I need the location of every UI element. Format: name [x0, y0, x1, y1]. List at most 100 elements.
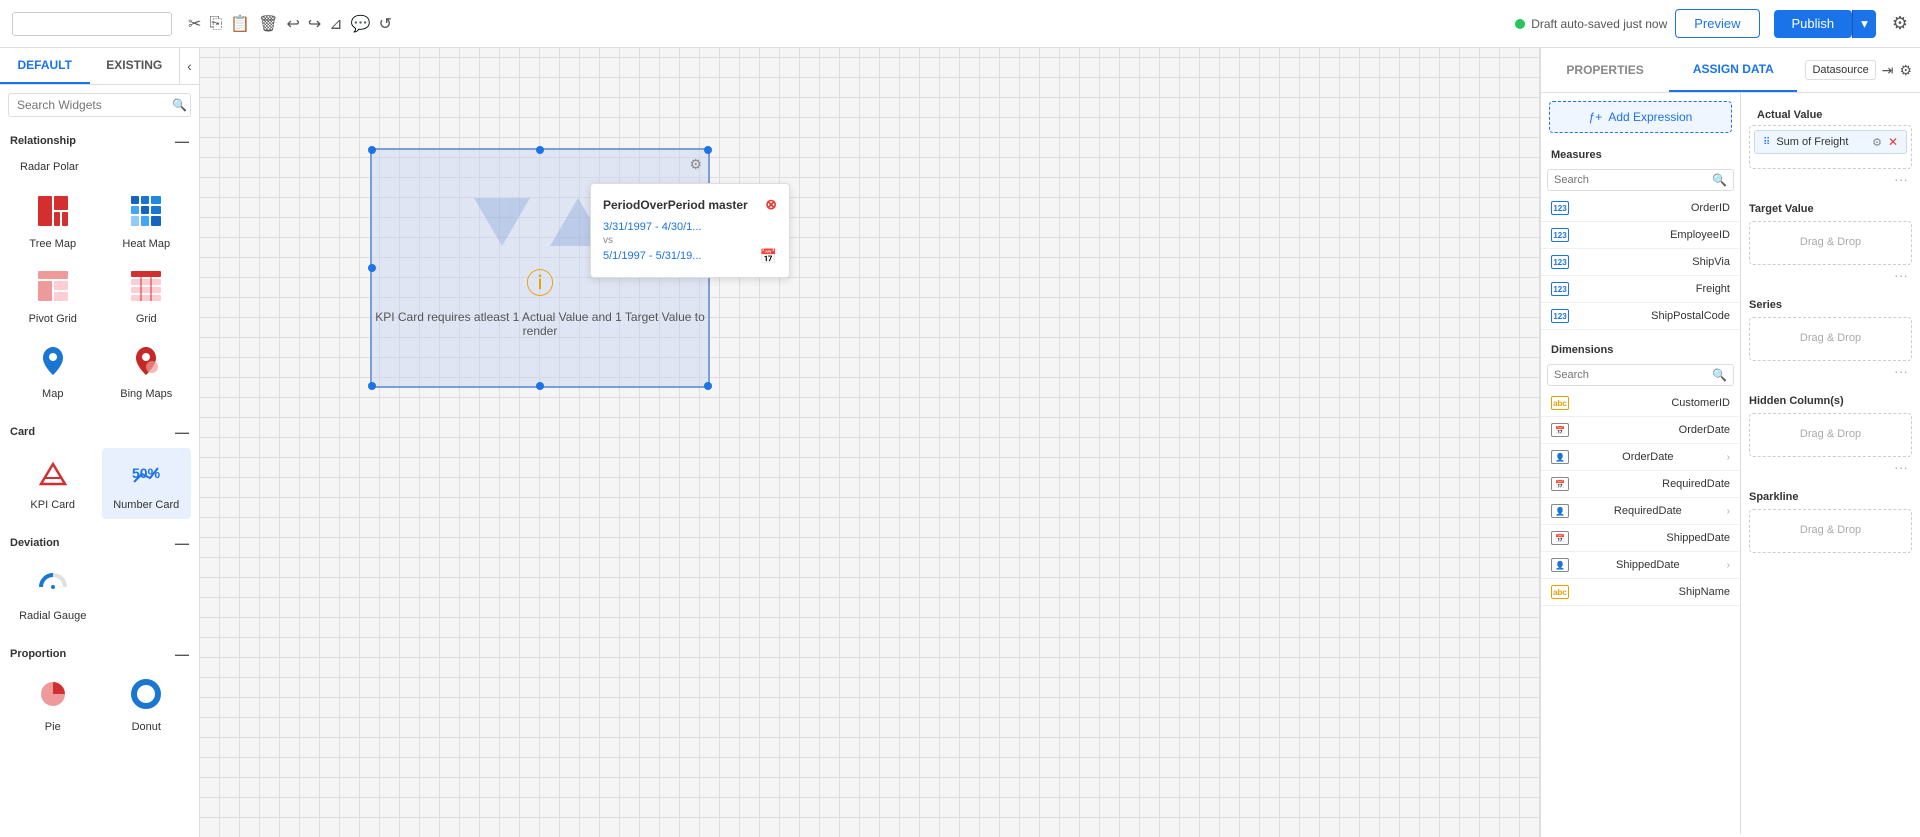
resize-handle-br[interactable] [704, 382, 712, 390]
resize-handle-tr[interactable] [704, 146, 712, 154]
collapse-relationship-icon[interactable]: — [175, 133, 189, 149]
series-more-dots[interactable]: ··· [1749, 361, 1912, 381]
dashboard-title-input[interactable]: KPI Card Slave for POP [12, 12, 172, 36]
widget-tree-map[interactable]: Tree Map [8, 187, 98, 258]
collapse-card-icon[interactable]: — [175, 424, 189, 440]
section-card: Card — [0, 416, 199, 444]
dimensions-search-input[interactable] [1554, 369, 1712, 381]
collapse-deviation-icon[interactable]: — [175, 535, 189, 551]
field-required-date-cal[interactable]: 📅 RequiredDate [1541, 471, 1740, 498]
cut-icon[interactable]: ✂ [188, 14, 201, 34]
field-ship-via[interactable]: 123 ShipVia [1541, 249, 1740, 276]
tree-map-label: Tree Map [29, 238, 76, 250]
tab-assign-data[interactable]: ASSIGN DATA [1669, 48, 1797, 92]
assign-right-panel: Actual Value ⠿ Sum of Freight ⚙ ✕ ··· [1741, 93, 1920, 834]
target-value-section: Target Value Drag & Drop ··· [1749, 201, 1912, 285]
widget-pie[interactable]: Pie [8, 670, 98, 741]
widget-kpi-card[interactable]: KPI Card [8, 448, 98, 519]
actual-value-section: ⠿ Sum of Freight ⚙ ✕ ··· [1749, 125, 1912, 189]
widget-donut[interactable]: Donut [102, 670, 192, 741]
hidden-columns-more-dots[interactable]: ··· [1749, 457, 1912, 477]
field-ship-postal-code[interactable]: 123 ShipPostalCode [1541, 303, 1740, 330]
actual-value-more-dots[interactable]: ··· [1749, 169, 1912, 189]
field-ship-name[interactable]: abc ShipName [1541, 579, 1740, 606]
refresh-icon[interactable]: ↺ [379, 14, 392, 34]
add-expression-button[interactable]: ƒ+ Add Expression [1549, 101, 1732, 133]
pivot-grid-label: Pivot Grid [29, 313, 77, 325]
resize-handle-bl[interactable] [368, 382, 376, 390]
toolbar-icons: ✂ ⎘ 📋 🗑 ↩ ↪ ⊿ 💬 ↺ [188, 14, 392, 34]
resize-handle-tc[interactable] [536, 146, 544, 154]
tab-existing[interactable]: EXISTING [90, 48, 180, 84]
target-value-more-dots[interactable]: ··· [1749, 265, 1912, 285]
title-input-wrapper[interactable]: KPI Card Slave for POP [12, 12, 172, 36]
field-shipped-date-hier[interactable]: 👤 ShippedDate › [1541, 552, 1740, 579]
undo-icon[interactable]: ↩ [286, 14, 299, 34]
preview-button[interactable]: Preview [1675, 9, 1759, 38]
widget-radial-gauge[interactable]: Radial Gauge [8, 559, 98, 630]
field-employee-id[interactable]: 123 EmployeeID [1541, 222, 1740, 249]
widget-number-card[interactable]: 50% Number Card [102, 448, 192, 519]
datasource-selector[interactable]: Datasource [1805, 60, 1875, 80]
right-panel-expand-icon[interactable]: ⇥ [1882, 62, 1894, 79]
filter-icon[interactable]: ⊿ [329, 14, 342, 34]
measures-section-label: Measures [1541, 141, 1740, 165]
resize-handle-tl[interactable] [368, 146, 376, 154]
section-card-label: Card [10, 426, 35, 438]
section-proportion-label: Proportion [10, 648, 66, 660]
field-shipped-date-cal[interactable]: 📅 ShippedDate [1541, 525, 1740, 552]
chip-close-icon[interactable]: ✕ [1888, 135, 1898, 149]
field-label-ship-via: ShipVia [1692, 256, 1730, 268]
redo-icon[interactable]: ↪ [308, 14, 321, 34]
field-required-date-hier[interactable]: 👤 RequiredDate › [1541, 498, 1740, 525]
right-panel-settings-icon[interactable]: ⚙ [1899, 62, 1912, 79]
widget-heat-map[interactable]: Heat Map [102, 187, 192, 258]
widget-grid[interactable]: Grid [102, 262, 192, 333]
copy-icon[interactable]: ⎘ [209, 15, 222, 33]
period-popup-title-text: PeriodOverPeriod master [603, 198, 748, 212]
calendar-icon[interactable]: 📅 [760, 248, 777, 265]
settings-icon[interactable]: ⚙ [1892, 13, 1908, 34]
radar-polar-item[interactable]: Radar Polar [0, 153, 199, 183]
series-dropzone[interactable]: Drag & Drop [1749, 317, 1912, 361]
publish-dropdown-button[interactable]: ▾ [1852, 10, 1876, 38]
target-value-label: Target Value [1749, 201, 1912, 217]
search-icon: 🔍 [172, 98, 187, 112]
add-expression-icon: ƒ+ [1589, 110, 1603, 124]
dimensions-section-label: Dimensions [1541, 336, 1740, 360]
field-freight[interactable]: 123 Freight [1541, 276, 1740, 303]
tab-default[interactable]: DEFAULT [0, 48, 90, 84]
measures-search-input[interactable] [1554, 174, 1712, 186]
period-vs-label: vs [603, 235, 777, 246]
actual-value-dropzone[interactable]: ⠿ Sum of Freight ⚙ ✕ [1749, 125, 1912, 169]
publish-button[interactable]: Publish [1774, 10, 1853, 38]
sidebar-toggle[interactable]: ‹ [179, 48, 199, 84]
radar-polar-label[interactable]: Radar Polar [10, 155, 189, 179]
hidden-columns-dropzone[interactable]: Drag & Drop [1749, 413, 1912, 457]
widget-map[interactable]: Map [8, 337, 98, 408]
series-label: Series [1749, 297, 1912, 313]
bing-maps-label: Bing Maps [120, 388, 172, 400]
delete-icon[interactable]: 🗑 [258, 14, 278, 34]
field-order-date-hier[interactable]: 👤 OrderDate › [1541, 444, 1740, 471]
tab-properties[interactable]: PROPERTIES [1541, 49, 1669, 91]
widget-bing-maps[interactable]: Bing Maps [102, 337, 192, 408]
search-widgets-input[interactable] [17, 98, 172, 112]
widget-pivot-grid[interactable]: Pivot Grid [8, 262, 98, 333]
chip-gear-icon[interactable]: ⚙ [1872, 136, 1882, 149]
comment-icon[interactable]: 💬 [351, 14, 371, 34]
topbar: KPI Card Slave for POP ✂ ⎘ 📋 🗑 ↩ ↪ ⊿ 💬 ↺… [0, 0, 1920, 48]
field-customer-id[interactable]: abc CustomerID [1541, 390, 1740, 417]
resize-handle-bc[interactable] [536, 382, 544, 390]
field-order-id[interactable]: 123 OrderID [1541, 195, 1740, 222]
target-value-dropzone[interactable]: Drag & Drop [1749, 221, 1912, 265]
measures-search-container[interactable]: 🔍 [1547, 169, 1734, 191]
paste-icon[interactable]: 📋 [230, 14, 250, 34]
search-widgets-container[interactable]: 🔍 [8, 93, 191, 117]
field-order-date-cal[interactable]: 📅 OrderDate [1541, 417, 1740, 444]
resize-handle-ml[interactable] [368, 264, 376, 272]
canvas-widget-gear-icon[interactable]: ⚙ [689, 156, 702, 173]
collapse-proportion-icon[interactable]: — [175, 646, 189, 662]
sparkline-dropzone[interactable]: Drag & Drop [1749, 509, 1912, 553]
dimensions-search-container[interactable]: 🔍 [1547, 364, 1734, 386]
